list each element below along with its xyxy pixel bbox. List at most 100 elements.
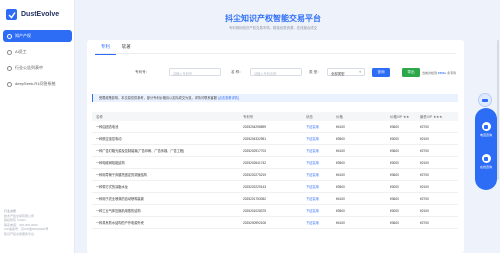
sidebar-item-label: AI员工	[15, 49, 27, 54]
min-vip-price-cell: ¥2100	[420, 160, 429, 165]
phone-consult-button[interactable]: 电话咨询	[475, 122, 497, 137]
total-count-text: 当前共检到 1500+ 条专利	[422, 71, 456, 75]
table-row[interactable]: 一种航空遥控电动 2025204332951 下证实用 ¥3500 ¥3000 ¥2100	[92, 133, 458, 145]
name-cell: 一种工业气体压缩机用散热结构	[96, 209, 141, 213]
name-cell: 一种航空遥控电动	[96, 137, 122, 141]
sidebar-nav: 知产产权 AI员工 行业公告列表中 deepSeek-R1问答系统	[3, 30, 72, 94]
price-cell: ¥3500	[336, 184, 345, 189]
main-card: 专利 软著 专利号： 请输入专利号 名 称： 请输入专利名称 类 型： 全部类型…	[87, 40, 464, 253]
min-vip-price-cell: ¥2100	[420, 184, 429, 189]
search-button[interactable]: 查询	[372, 67, 390, 77]
patent-no-cell: 2025201753052	[243, 196, 267, 201]
name-cell: 一种带方式的涂脂水龙	[96, 185, 128, 189]
status-cell: 下证实用	[306, 137, 319, 141]
column-header: 最低VIP ★★★	[420, 115, 443, 119]
total-suffix: 条专利	[446, 71, 457, 75]
scrollbar[interactable]	[497, 40, 499, 180]
column-header: 价格VIP ★★	[390, 115, 410, 119]
export-button[interactable]: 导出	[402, 67, 420, 77]
patent-table: 名称 专利号 状态 价格 价格VIP ★★ 最低VIP ★★★ 一种由固态电池 2…	[92, 112, 458, 229]
status-cell: 下证实用	[306, 197, 319, 201]
type-label: 类 型：	[309, 70, 321, 74]
sidebar-item-announcements[interactable]: 行业公告列表中	[3, 62, 72, 74]
column-header: 价格	[336, 115, 343, 119]
vip-price-cell: ¥3000	[390, 160, 399, 165]
status-cell: 下证实用	[306, 185, 319, 189]
price-cell: ¥4100	[336, 124, 345, 129]
sidebar-item-label: 知产产权	[15, 33, 31, 38]
assistant-robot-icon[interactable]	[478, 93, 492, 107]
patent-no-cell: 2025202641742	[243, 160, 267, 165]
list-icon	[7, 65, 12, 71]
min-vip-price-cell: ¥2700	[420, 148, 429, 153]
min-vip-price-cell: ¥2100	[420, 136, 429, 141]
status-cell: 下证实用	[306, 221, 319, 225]
phone-icon	[481, 122, 491, 131]
notice-link[interactable]: [点击查看详情]	[218, 96, 239, 100]
sidebar: DustEvolve 知产产权 AI员工 行业公告列表中 deepSeek-R1…	[0, 0, 75, 253]
vip-price-cell: ¥3000	[390, 136, 399, 141]
name-cell: 一种用于农业喷淋的自动喷嘴装置	[96, 197, 144, 201]
vip-price-cell: ¥3600	[390, 172, 399, 177]
name-label: 名 称：	[231, 70, 243, 74]
page-subtitle: 专利商标知识产权交易市场，精选优质资源，在线撮合成交	[228, 26, 318, 30]
patent-no-label: 专利号：	[135, 70, 150, 74]
table-header: 名称 专利号 状态 价格 价格VIP ★★ 最低VIP ★★★	[92, 112, 458, 121]
column-header: 名称	[96, 115, 103, 119]
status-cell: 下证实用	[306, 173, 319, 177]
status-cell: 下证实用	[306, 161, 319, 165]
table-row[interactable]: 一种用导管于床腿托固定的调速结构 2025202275219 下证实用 ¥4100 ¥3…	[92, 169, 458, 181]
sidebar-footer: 行业资质 技术产权交易有限公司 版权所有 ©2024 联系电话：400-000-…	[4, 209, 71, 237]
sidebar-item-ip[interactable]: 知产产权	[3, 30, 72, 42]
chat-icon	[7, 81, 12, 87]
tab-divider	[95, 53, 456, 54]
column-header: 专利号	[243, 115, 254, 119]
min-vip-price-cell: ¥2700	[420, 172, 429, 177]
price-cell: ¥3500	[336, 136, 345, 141]
vip-price-cell: ¥3600	[390, 196, 399, 201]
name-cell: 一种由固态电池	[96, 125, 119, 129]
logo[interactable]: DustEvolve	[6, 9, 59, 20]
patent-no-cell: 2025204332951	[243, 136, 267, 141]
price-cell: ¥4100	[336, 220, 345, 225]
name-cell: 一种用导管于床腿托固定的调速结构	[96, 173, 147, 177]
vip-price-cell: ¥3000	[390, 208, 399, 213]
patent-no-cell: 2025202229143	[243, 184, 267, 189]
table-row[interactable]: 一种具有防水结构的户外电源外壳 2025200992106 下证实用 ¥4100 ¥36…	[92, 217, 458, 229]
online-consult-button[interactable]: 在线咨询	[475, 154, 497, 169]
type-select[interactable]: 全部类型 ▾	[327, 68, 365, 76]
robot-icon	[7, 49, 12, 55]
sidebar-item-ai[interactable]: AI员工	[3, 46, 72, 58]
table-row[interactable]: 一种工业气体压缩机用散热结构 2025201028375 下证实用 ¥3500 ¥300…	[92, 205, 458, 217]
sidebar-item-deepseek[interactable]: deepSeek-R1问答系统	[3, 78, 72, 90]
min-vip-price-cell: ¥2700	[420, 124, 429, 129]
column-header: 状态	[306, 115, 313, 119]
page-title: 抖尘知识产权智能交易平台	[225, 14, 321, 23]
min-vip-price-cell: ¥2700	[420, 196, 429, 201]
min-vip-price-cell: ¥2100	[420, 208, 429, 213]
name-cell: 一种具有防水结构的户外电源外壳	[96, 221, 144, 225]
table-row[interactable]: 一种电磁阀吸能结构 2025202641742 下证实用 ¥3500 ¥3000 ¥210…	[92, 157, 458, 169]
name-cell: 一种电磁阀吸能结构	[96, 161, 125, 165]
phone-consult-label: 电话咨询	[479, 133, 492, 137]
patent-no-cell: 2025201028375	[243, 208, 267, 213]
notice-bar: 受限政策影响，本交易仅供参考，部分专利价格请以实际成交为准，详情可联系客服 [点…	[92, 94, 458, 102]
price-cell: ¥3500	[336, 208, 345, 213]
vip-price-cell: ¥3600	[390, 148, 399, 153]
floating-contact-panel: 电话咨询 在线咨询	[475, 108, 497, 190]
footer-line: 知识产权交易服务平台	[4, 231, 35, 236]
vip-price-cell: ¥3000	[390, 184, 399, 189]
total-prefix: 当前共检到	[422, 71, 438, 75]
name-input[interactable]: 请输入专利名称	[250, 68, 302, 76]
patent-no-input[interactable]: 请输入专利号	[169, 68, 221, 76]
table-row[interactable]: 一种带方式的涂脂水龙 2025202229143 下证实用 ¥3500 ¥3000 ¥21…	[92, 181, 458, 193]
patent-no-cell: 2025204298899	[243, 124, 267, 129]
table-row[interactable]: 一种用于农业喷淋的自动喷嘴装置 2025201753052 下证实用 ¥4100 ¥36…	[92, 193, 458, 205]
vip-price-cell: ¥3600	[390, 220, 399, 225]
table-row[interactable]: 一种广告灯箱光源及控制装置(广告印刷、广告传媒、广告工程) 20252029177…	[92, 145, 458, 157]
vip-price-cell: ¥3600	[390, 124, 399, 129]
patent-no-cell: 2025202275219	[243, 172, 267, 177]
table-row[interactable]: 一种由固态电池 2025204298899 下证实用 ¥4100 ¥3600 ¥2700	[92, 121, 458, 133]
min-vip-price-cell: ¥2700	[420, 220, 429, 225]
patent-no-cell: 2025200992106	[243, 220, 267, 225]
